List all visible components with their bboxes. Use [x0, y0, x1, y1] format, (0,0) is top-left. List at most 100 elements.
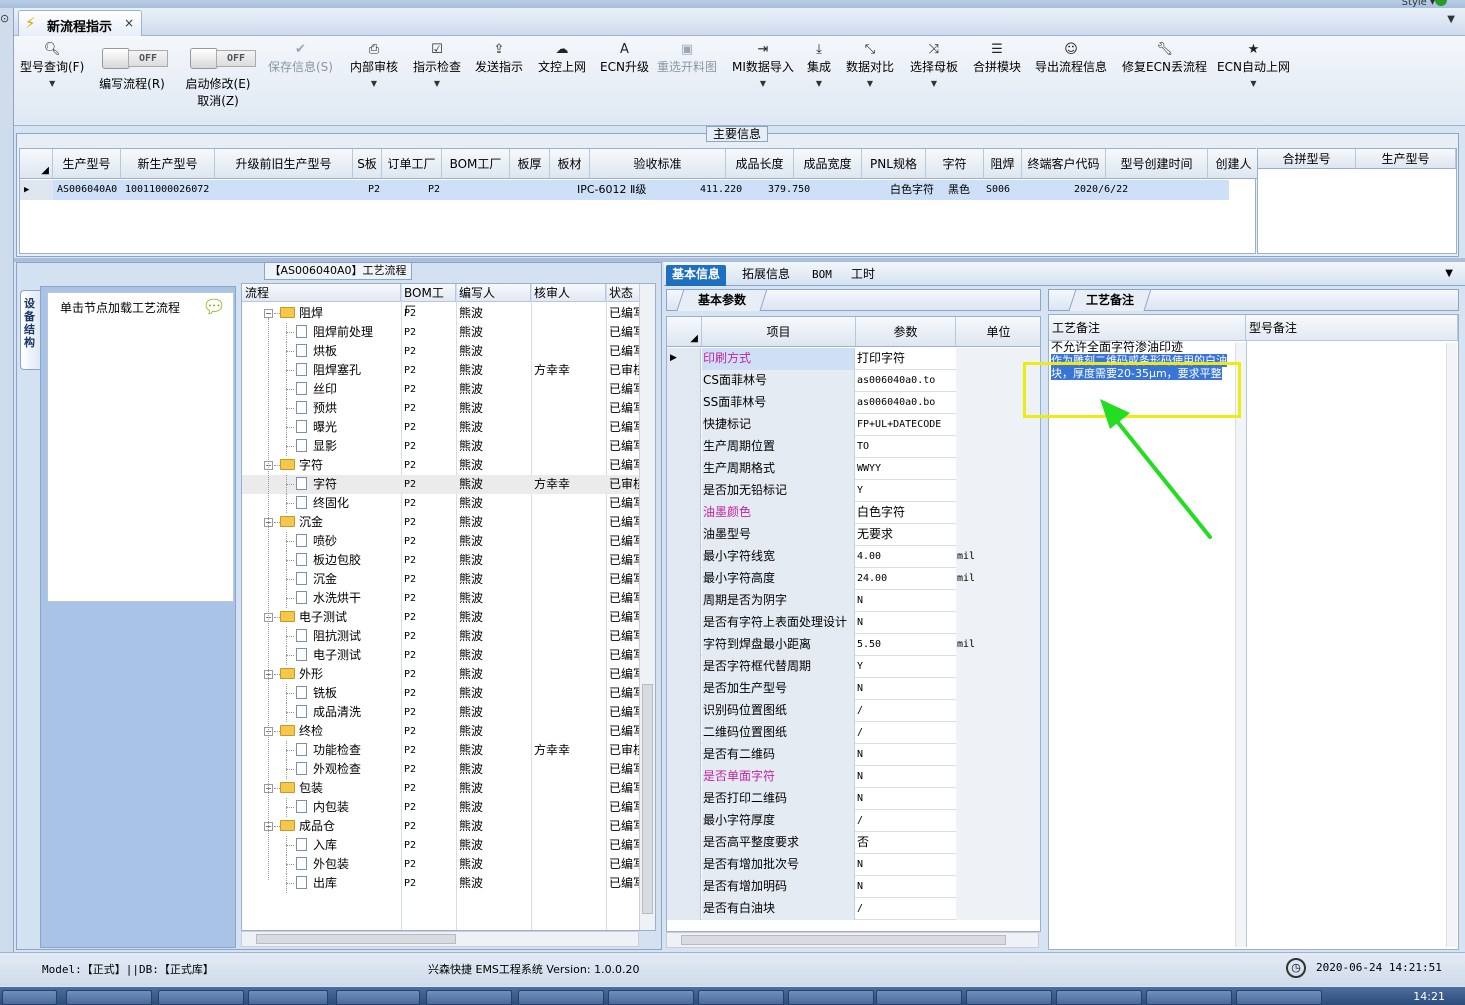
tree-row[interactable]: 出库 P2 熊波 已编写 [242, 874, 641, 893]
param-row[interactable]: 最小字符线宽 4.00 mil [667, 546, 1040, 568]
tree-row[interactable]: 阻焊前处理 P2 熊波 已编写 [242, 323, 641, 342]
param-value[interactable]: 24.00 [856, 568, 955, 590]
tab-new-flow[interactable]: ⚡ 新流程指示 × [18, 10, 142, 36]
flow-tree[interactable]: 流程BOM工厂编写人核审人状态−阻焊P2熊波已编写阻焊前处理P2熊波已编写烘板P… [241, 283, 656, 931]
param-row[interactable]: 是否单面字符 N [667, 766, 1040, 788]
taskbar-app-13[interactable] [1056, 990, 1142, 1005]
cell-bom-factory[interactable]: P2 [424, 180, 440, 200]
main-col-header[interactable]: 阻焊 [984, 149, 1022, 179]
main-col-header[interactable]: 验收标准 [590, 149, 726, 179]
param-row[interactable]: 是否有增加批次号 N [667, 854, 1040, 876]
enable-edit-toggle[interactable]: OFF 启动修改(E) 取消(Z) [184, 48, 256, 109]
side-col-header[interactable]: 合拼型号 [1258, 149, 1356, 169]
tree-row[interactable]: −包装P2熊波已编写 [242, 779, 641, 798]
param-row[interactable]: 生产周期格式 WWYY [667, 458, 1040, 480]
tree-row[interactable]: 字符 P2 熊波 方幸幸 已审核 [242, 475, 641, 494]
enable-edit-switch[interactable]: OFF [190, 48, 258, 69]
param-value[interactable]: 否 [856, 832, 955, 854]
model-notes-scrollbar[interactable] [1446, 343, 1457, 947]
cell-model[interactable]: AS006040A0 [53, 180, 117, 200]
tree-row[interactable]: 铣板 P2 熊波 已编写 [242, 684, 641, 703]
param-row[interactable]: 快捷标记 FP+UL+DATECODE [667, 414, 1040, 436]
param-value[interactable]: / [856, 700, 955, 722]
tree-row[interactable]: 外观检查 P2 熊波 已编写 [242, 760, 641, 779]
taskbar-app-15[interactable] [1236, 990, 1322, 1005]
main-col-header[interactable]: PNL规格 [862, 149, 926, 179]
merge-module-button[interactable]: ☰ 合拼模块 [973, 42, 1021, 75]
param-row[interactable]: 油墨颜色 白色字符 [667, 502, 1040, 524]
param-row[interactable]: 识别码位置图纸 / [667, 700, 1040, 722]
style-menu[interactable]: Style ▾ [1402, 0, 1435, 8]
main-col-header[interactable]: 终端客户代码 [1022, 149, 1106, 179]
param-row[interactable]: 是否加生产型号 N [667, 678, 1040, 700]
export-flow-button[interactable]: ☺ 导出流程信息 [1035, 42, 1107, 75]
param-row[interactable]: 二维码位置图纸 / [667, 722, 1040, 744]
write-flow-toggle[interactable]: OFF 编写流程(R) [98, 48, 168, 92]
cell-new-model[interactable]: 10011000026072 [121, 180, 209, 200]
tree-row[interactable]: 丝印 P2 熊波 已编写 [242, 380, 641, 399]
cell-length[interactable]: 411.220 [696, 180, 742, 200]
save-info-button[interactable]: ✔ 保存信息(S) [268, 42, 333, 75]
tree-row[interactable]: 阻焊塞孔 P2 熊波 方幸幸 已审核 [242, 361, 641, 380]
tree-row[interactable]: −阻焊 P2 熊波 已编写 [242, 304, 641, 323]
param-row[interactable]: 是否有白油块 / [667, 898, 1040, 920]
param-value[interactable]: N [856, 876, 955, 898]
main-col-header[interactable]: 成品宽度 [794, 149, 862, 179]
reselect-image-button[interactable]: ▣ 重选开料图 [657, 42, 717, 75]
taskbar-app-10[interactable] [788, 990, 874, 1005]
side-col-header[interactable]: 生产型号 [1356, 149, 1456, 169]
collapse-toggle-icon[interactable]: − [264, 309, 273, 318]
param-value[interactable]: N [856, 854, 955, 876]
taskbar-app-12[interactable] [966, 990, 1052, 1005]
tab-labor-hours[interactable]: 工时 [845, 265, 881, 286]
tree-row[interactable]: −外形P2熊波已编写 [242, 665, 641, 684]
param-row[interactable]: 是否高平整度要求否 [667, 832, 1040, 854]
tree-row[interactable]: 外包装 P2 熊波 已编写 [242, 855, 641, 874]
tree-row[interactable]: 成品清洗 P2 熊波 已编写 [242, 703, 641, 722]
tree-row[interactable]: 烘板 P2 熊波 已编写 [242, 342, 641, 361]
param-row[interactable]: 是否有增加明码 N [667, 876, 1040, 898]
main-col-header[interactable]: S板 [353, 149, 382, 179]
param-value[interactable]: as006040a0.to [856, 370, 955, 392]
cell-order-factory[interactable]: P2 [364, 180, 380, 200]
param-row[interactable]: 最小字符厚度 / [667, 810, 1040, 832]
tree-row[interactable]: 喷砂 P2 熊波 已编写 [242, 532, 641, 551]
param-row[interactable]: SS面菲林号 as006040a0.bo [667, 392, 1040, 414]
tree-row[interactable]: −成品仓P2熊波已编写 [242, 817, 641, 836]
main-col-header[interactable]: 型号创建时间 [1106, 149, 1208, 179]
tab-bom[interactable]: BOM [806, 265, 838, 286]
tree-col-header[interactable]: 编写人 [456, 284, 531, 302]
param-value[interactable]: N [856, 788, 955, 810]
taskbar-app-6[interactable] [426, 990, 512, 1005]
taskbar-app-4[interactable] [248, 990, 328, 1005]
param-row[interactable]: 是否加无铅标记 Y [667, 480, 1040, 502]
taskbar-app-11[interactable] [876, 990, 962, 1005]
param-value[interactable]: FP+UL+DATECODE [856, 414, 955, 436]
param-value[interactable]: N [856, 612, 955, 634]
cell-standard[interactable]: IPC-6012 Ⅱ级 [573, 180, 646, 200]
ecn-auto-button[interactable]: ★ ECN自动上网 ▼ [1217, 42, 1290, 88]
param-value[interactable]: 白色字符 [856, 502, 955, 524]
check-instruction-button[interactable]: ☑ 指示检查 ▼ [413, 42, 461, 88]
tree-row[interactable]: 内包装 P2 熊波 已编写 [242, 798, 641, 817]
param-row[interactable]: 周期是否为阴字 N [667, 590, 1040, 612]
taskbar-app-2[interactable] [66, 990, 152, 1005]
send-instruction-button[interactable]: ⇪ 发送指示 [475, 42, 523, 75]
main-col-header[interactable]: 创建人 [1208, 149, 1260, 179]
tree-row[interactable]: 沉金 P2 熊波 已编写 [242, 570, 641, 589]
tree-row[interactable]: −字符P2熊波已编写 [242, 456, 641, 475]
tree-row[interactable]: −沉金P2熊波已编写 [242, 513, 641, 532]
param-value[interactable]: N [856, 766, 955, 788]
model-query-button[interactable]: 🔍︎ 型号查询(F) ▼ [20, 42, 84, 88]
data-compare-button[interactable]: ⤡ 数据对比 ▼ [846, 42, 894, 88]
taskbar-app-7[interactable] [518, 990, 604, 1005]
main-col-header[interactable]: 新生产型号 [121, 149, 215, 179]
param-value[interactable]: / [856, 898, 955, 920]
taskbar-app-14[interactable] [1146, 990, 1232, 1005]
param-value[interactable]: 4.00 [856, 546, 955, 568]
fix-ecn-button[interactable]: 🔧︎ 修复ECN丢流程 [1122, 42, 1207, 75]
param-row[interactable]: 油墨型号 无要求 [667, 524, 1040, 546]
tab-basic-info[interactable]: 基本信息 [666, 265, 727, 286]
param-row[interactable]: CS面菲林号 as006040a0.to [667, 370, 1040, 392]
param-value[interactable]: as006040a0.bo [856, 392, 955, 414]
